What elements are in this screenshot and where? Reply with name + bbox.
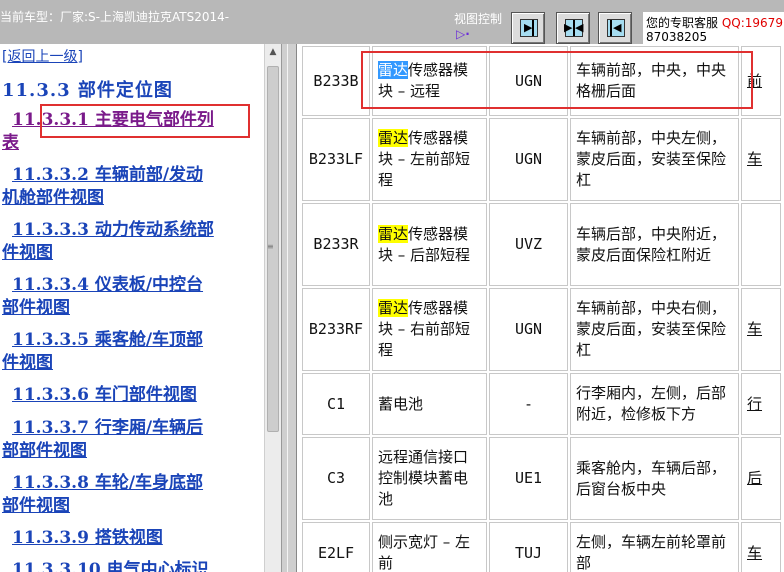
view-control-arrow-icon: ▷·	[456, 27, 470, 41]
view-link[interactable]: 行	[741, 373, 781, 435]
nav-link-trunk-rear-view[interactable]: 11.3.3.7 行李厢/车辆后 部部件视图	[2, 417, 260, 463]
part-name: 雷达传感器模块 – 后部短程	[372, 203, 487, 286]
part-name: 侧示宽灯 – 左前	[372, 522, 487, 572]
part-code: B233RF	[302, 288, 370, 371]
parts-table: B233B 雷达传感器模块 – 远程 UGN 车辆前部，中央，中央格栅后面 前 …	[300, 44, 783, 572]
part-location: 车辆前部，中央左侧，蒙皮后面，安装至保险杠	[570, 118, 739, 201]
nav-link-passenger-roof-view[interactable]: 11.3.3.5 乘客舱/车顶部 件视图	[2, 329, 260, 375]
part-code: B233LF	[302, 118, 370, 201]
part-name: 远程通信接口控制模块蓄电池	[372, 437, 487, 520]
vehicle-model-label: 当前车型：厂家:S-上海凯迪拉克ATS2014-	[0, 10, 230, 24]
view-link[interactable]: 车	[741, 288, 781, 371]
parts-table-pane: B233B 雷达传感器模块 – 远程 UGN 车辆前部，中央，中央格栅后面 前 …	[297, 44, 784, 572]
annotation-red-box-right	[361, 51, 753, 109]
service-phone: 87038205	[646, 30, 708, 44]
part-name: 雷达传感器模块 – 右前部短程	[372, 288, 487, 371]
view-link[interactable]: 后	[741, 437, 781, 520]
part-name: 雷达传感器模块 – 左前部短程	[372, 118, 487, 201]
nav-link-electrical-center-id[interactable]: 11.3.3.10 电气中心标识	[2, 559, 260, 572]
table-row: B233RF 雷达传感器模块 – 右前部短程 UGN 车辆前部，中央右侧，蒙皮后…	[302, 288, 781, 371]
nav-link-front-engine-bay-view[interactable]: 11.3.3.2 车辆前部/发动 机舱部件视图	[2, 164, 260, 210]
view-control-label: 视图控制	[454, 12, 503, 26]
pane-splitter[interactable]	[281, 44, 297, 572]
part-code: C3	[302, 437, 370, 520]
table-row: C3 远程通信接口控制模块蓄电池 UE1 乘客舱内，车辆后部，后窗台板中央 后	[302, 437, 781, 520]
customer-service-box: 您的专职客服 QQ:19679 87038205	[643, 12, 784, 44]
part-name: 蓄电池	[372, 373, 487, 435]
scroll-up-arrow-icon[interactable]: ▲	[265, 44, 281, 61]
part-location: 车辆前部，中央右侧，蒙皮后面，安装至保险杠	[570, 288, 739, 371]
connector-code: UGN	[489, 118, 568, 201]
view-split-button[interactable]: ▶ ◀	[556, 12, 590, 44]
back-link[interactable]: [返回上一级]	[2, 46, 83, 66]
connector-code: TUJ	[489, 522, 568, 572]
part-code: C1	[302, 373, 370, 435]
left-nav-panel: [返回上一级] 11.3.3 部件定位图 11.3.3.1 主要电气部件列 表 …	[0, 44, 264, 572]
part-location: 左侧，车辆左前轮罩前部	[570, 522, 739, 572]
table-row: B233LF 雷达传感器模块 – 左前部短程 UGN 车辆前部，中央左侧，蒙皮后…	[302, 118, 781, 201]
part-code: B233R	[302, 203, 370, 286]
view-expand-right-button[interactable]: ▶	[511, 12, 545, 44]
part-code: E2LF	[302, 522, 370, 572]
part-code: B233B	[302, 46, 370, 116]
search-highlight: 雷达	[378, 224, 409, 243]
nav-link-wheel-underbody-view[interactable]: 11.3.3.8 车轮/车身底部 部件视图	[2, 472, 260, 518]
connector-code: UE1	[489, 437, 568, 520]
search-highlight: 雷达	[378, 129, 409, 147]
table-row: C1 蓄电池 - 行李厢内，左侧，后部附近，检修板下方 行	[302, 373, 781, 435]
table-row: E2LF 侧示宽灯 – 左前 TUJ 左侧，车辆左前轮罩前部 车	[302, 522, 781, 572]
nav-link-powertrain-view[interactable]: 11.3.3.3 动力传动系统部 件视图	[2, 219, 260, 265]
annotation-red-box-left	[40, 104, 250, 138]
part-location: 乘客舱内，车辆后部，后窗台板中央	[570, 437, 739, 520]
view-expand-left-button[interactable]: ◀	[598, 12, 632, 44]
view-link[interactable]: 车	[741, 118, 781, 201]
top-bar: 当前车型：厂家:S-上海凯迪拉克ATS2014- 视图控制 ▷· ▶ ▶ ◀ ◀…	[0, 0, 784, 44]
scrollbar-grip-icon: ≡	[267, 242, 274, 251]
left-nav-scrollbar[interactable]: ▲ ≡	[264, 44, 281, 572]
nav-link-ground-view[interactable]: 11.3.3.9 搭铁视图	[2, 527, 260, 550]
service-label: 您的专职客服	[646, 16, 719, 30]
view-link[interactable]	[741, 203, 781, 286]
connector-code: -	[489, 373, 568, 435]
service-qq[interactable]: QQ:19679	[722, 16, 783, 30]
connector-code: UVZ	[489, 203, 568, 286]
nav-link-instrument-panel-view[interactable]: 11.3.3.4 仪表板/中控台 部件视图	[2, 274, 260, 320]
part-location: 行李厢内，左侧，后部附近，检修板下方	[570, 373, 739, 435]
search-highlight: 雷达	[378, 299, 409, 317]
nav-link-door-view[interactable]: 11.3.3.6 车门部件视图	[2, 384, 260, 407]
connector-code: UGN	[489, 288, 568, 371]
table-row: B233R 雷达传感器模块 – 后部短程 UVZ 车辆后部，中央附近，蒙皮后面保…	[302, 203, 781, 286]
part-location: 车辆后部，中央附近，蒙皮后面保险杠附近	[570, 203, 739, 286]
nav-title: 11.3.3 部件定位图	[2, 80, 173, 101]
view-link[interactable]: 车	[741, 522, 781, 572]
